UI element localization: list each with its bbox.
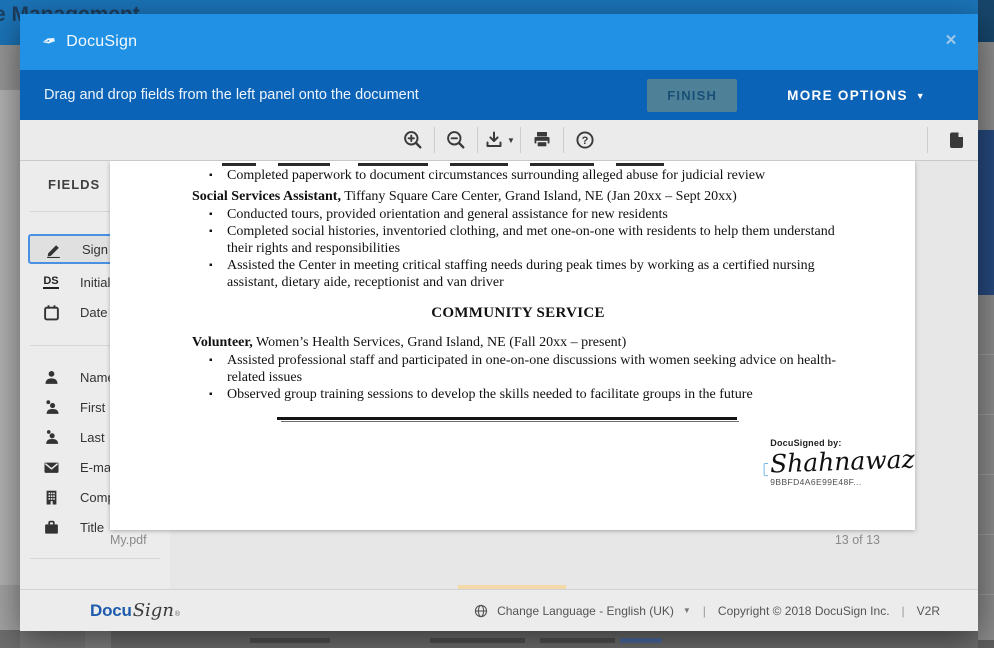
section-heading: COMMUNITY SERVICE (192, 305, 844, 322)
background-strip (978, 640, 994, 648)
viewer-toolbar: ▼ ? (20, 120, 978, 161)
bullet-icon: ▪ (209, 167, 227, 184)
background-strip (0, 90, 20, 585)
field-label: Title (80, 520, 104, 535)
page-indicator: 13 of 13 (790, 533, 880, 547)
document-bullet: ▪ Assisted professional staff and partic… (209, 352, 915, 386)
signature-id: 9BBFD4A6E99E48F... (770, 477, 915, 487)
page-icon (945, 129, 967, 151)
chevron-down-icon: ▼ (916, 91, 926, 101)
volunteer-heading: Volunteer, Women’s Health Services, Gran… (192, 334, 915, 352)
docusign-signature: DocuSigned by: Shahnawaz 9BBFD4A6E99E48F… (763, 438, 915, 502)
bullet-icon: ▪ (209, 223, 227, 257)
job-heading: Social Services Assistant, Tiffany Squar… (192, 188, 915, 206)
panel-divider (30, 558, 160, 559)
download-icon (483, 129, 505, 151)
modal-header: ✒ DocuSign ✕ (20, 14, 978, 70)
document-bullet: ▪ Assisted the Center in meeting critica… (209, 257, 915, 291)
background-strip (978, 295, 994, 640)
field-item-text[interactable]: Text (28, 583, 162, 589)
signature-name: Shahnawaz (770, 445, 915, 477)
document-bullet: ▪ Conducted tours, provided orientation … (209, 206, 915, 223)
page-view-button[interactable] (934, 120, 978, 160)
instruction-message: Drag and drop fields from the left panel… (44, 87, 647, 103)
finish-button[interactable]: FINISH (647, 79, 737, 112)
copyright-text: Copyright © 2018 DocuSign Inc. (718, 604, 890, 618)
briefcase-icon (42, 518, 60, 536)
download-button[interactable]: ▼ (478, 120, 520, 160)
zoom-out-icon (445, 129, 467, 151)
more-options-label: MORE OPTIONS (787, 88, 908, 103)
background-strip (0, 45, 20, 90)
field-label: Date (80, 305, 107, 320)
more-options-button[interactable]: MORE OPTIONS ▼ (781, 87, 932, 104)
print-button[interactable] (521, 120, 563, 160)
pen-nib-icon: ✒ (40, 31, 58, 54)
bullet-icon: ▪ (209, 352, 227, 386)
modal-footer: DocuSign® Change Language - English (UK)… (20, 589, 978, 631)
horizontal-rule (277, 417, 737, 422)
initials-icon: DS (42, 273, 60, 291)
person-badge-icon (42, 428, 60, 446)
toast-sliver (458, 585, 566, 589)
background-strip (978, 130, 994, 295)
document-bullet: ▪ Completed social histories, inventorie… (209, 223, 915, 257)
field-label: Sign (82, 242, 108, 257)
docusign-footer-logo: DocuSign® (90, 600, 180, 621)
toolbar-divider (927, 127, 928, 153)
envelope-icon (42, 458, 60, 476)
field-label: Initial (80, 275, 110, 290)
person-badge-icon (42, 398, 60, 416)
document-bullet: ▪ Observed group training sessions to de… (209, 386, 915, 403)
bullet-icon: ▪ (209, 206, 227, 223)
instruction-bar: Drag and drop fields from the left panel… (20, 70, 978, 120)
document-bullet: ▪ Completed paperwork to document circum… (209, 167, 915, 184)
svg-text:?: ? (582, 135, 589, 147)
file-name-label: My.pdf (110, 533, 147, 547)
field-label: Last (80, 430, 105, 445)
background-strip (978, 0, 994, 42)
pen-icon (44, 240, 62, 258)
printer-icon (531, 129, 553, 151)
background-bottom-strip (20, 630, 978, 648)
background-strip (978, 42, 994, 131)
viewer-content: FIELDS Sign DS Initial (20, 161, 978, 589)
zoom-in-button[interactable] (392, 120, 434, 160)
document-page[interactable]: ▪ Completed paperwork to document circum… (110, 161, 915, 530)
footer-divider: | (902, 604, 905, 618)
download-caret-icon: ▼ (507, 136, 515, 145)
bullet-icon: ▪ (209, 386, 227, 403)
footer-divider: | (703, 604, 706, 618)
volunteer-bullet-list: ▪ Assisted professional staff and partic… (110, 352, 915, 403)
docusign-brand: DocuSign (66, 33, 137, 51)
version-text: V2R (917, 604, 940, 618)
help-button[interactable]: ? (564, 120, 606, 160)
job-bullet-list: ▪ Conducted tours, provided orientation … (110, 206, 915, 291)
chevron-down-icon[interactable]: ▼ (683, 606, 691, 615)
zoom-out-button[interactable] (435, 120, 477, 160)
close-icon[interactable]: ✕ (938, 28, 964, 54)
zoom-in-icon (402, 129, 424, 151)
bullet-icon: ▪ (209, 257, 227, 291)
field-label: First (80, 400, 105, 415)
help-icon: ? (574, 129, 596, 151)
background-strip (0, 585, 20, 630)
globe-icon (474, 604, 488, 618)
screen: e Management ✒ DocuSign ✕ Drag and drop … (0, 0, 994, 648)
clipped-line-fragment (110, 161, 915, 167)
change-language-link[interactable]: Change Language - English (UK) (497, 604, 674, 618)
calendar-icon (42, 303, 60, 321)
building-icon (42, 488, 60, 506)
person-icon (42, 368, 60, 386)
background-strip (0, 630, 20, 648)
docusign-modal: ✒ DocuSign ✕ Drag and drop fields from t… (20, 14, 978, 630)
